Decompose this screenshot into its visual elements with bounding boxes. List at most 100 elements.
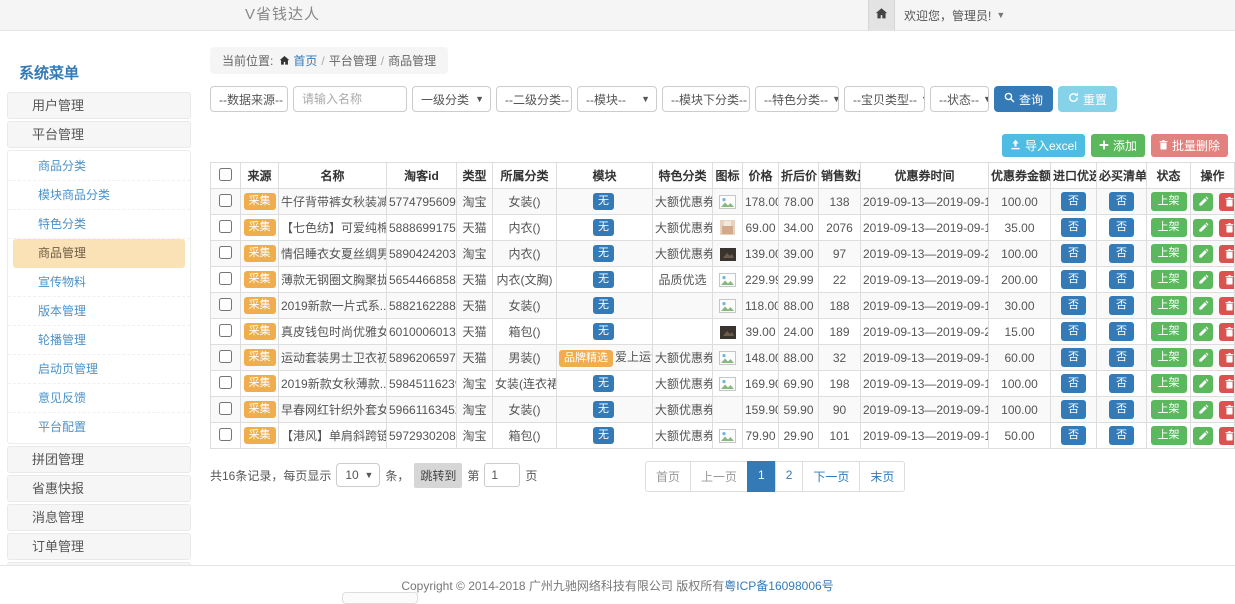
filter-select[interactable]: --模块下分类--▼ [662, 86, 750, 112]
sidebar-subitem[interactable]: 启动页管理 [8, 355, 190, 384]
delete-button[interactable] [1219, 193, 1234, 211]
must-buy-toggle[interactable]: 否 [1109, 322, 1134, 340]
delete-button[interactable] [1219, 245, 1234, 263]
sidebar-subitem[interactable]: 模块商品分类 [8, 181, 190, 210]
import-select-toggle[interactable]: 否 [1061, 296, 1086, 314]
delete-button[interactable] [1219, 401, 1234, 419]
must-buy-toggle[interactable]: 否 [1109, 400, 1134, 418]
import-excel-button[interactable]: 导入excel [1002, 134, 1085, 157]
filter-select[interactable]: --特色分类--▼ [755, 86, 839, 112]
sidebar-subitem[interactable]: 平台配置 [8, 413, 190, 442]
page-button[interactable]: 下一页 [802, 461, 860, 492]
import-select-toggle[interactable]: 否 [1061, 192, 1086, 210]
sidebar-subitem[interactable]: 商品分类 [8, 152, 190, 181]
row-checkbox[interactable] [219, 246, 232, 259]
breadcrumb-home-link[interactable]: 首页 [293, 54, 317, 68]
sidebar-subitem[interactable]: 版本管理 [8, 297, 190, 326]
filter-select[interactable]: 一级分类▼ [412, 86, 491, 112]
import-select-toggle[interactable]: 否 [1061, 218, 1086, 236]
edit-button[interactable] [1193, 193, 1213, 211]
edit-button[interactable] [1193, 349, 1213, 367]
jump-page-input[interactable] [484, 463, 520, 487]
must-buy-toggle[interactable]: 否 [1109, 192, 1134, 210]
row-checkbox[interactable] [219, 428, 232, 441]
delete-button[interactable] [1219, 323, 1234, 341]
filter-select[interactable]: --数据来源--▼ [210, 86, 288, 112]
filter-select[interactable]: --二级分类--▼ [496, 86, 572, 112]
reset-button[interactable]: 重置 [1058, 86, 1117, 112]
edit-button[interactable] [1193, 323, 1213, 341]
import-select-toggle[interactable]: 否 [1061, 270, 1086, 288]
row-checkbox[interactable] [219, 402, 232, 415]
sidebar-item[interactable]: 订单管理 [7, 533, 191, 560]
must-buy-toggle[interactable]: 否 [1109, 270, 1134, 288]
must-buy-toggle[interactable]: 否 [1109, 426, 1134, 444]
row-checkbox[interactable] [219, 324, 232, 337]
sidebar-item[interactable]: 拼团管理 [7, 446, 191, 473]
delete-button[interactable] [1219, 271, 1234, 289]
sidebar-item[interactable]: 省惠快报 [7, 475, 191, 502]
filter-select[interactable]: --状态--▼ [930, 86, 989, 112]
home-button[interactable] [868, 0, 895, 30]
row-checkbox[interactable] [219, 220, 232, 233]
status-toggle[interactable]: 上架 [1151, 296, 1187, 314]
select-all-checkbox[interactable] [219, 168, 232, 181]
edit-button[interactable] [1193, 375, 1213, 393]
name-search-input[interactable] [293, 86, 407, 112]
import-select-toggle[interactable]: 否 [1061, 374, 1086, 392]
sidebar-subitem[interactable]: 轮播管理 [8, 326, 190, 355]
status-toggle[interactable]: 上架 [1151, 244, 1187, 262]
delete-button[interactable] [1219, 219, 1234, 237]
must-buy-toggle[interactable]: 否 [1109, 296, 1134, 314]
delete-button[interactable] [1219, 349, 1234, 367]
icp-link[interactable]: 粤ICP备16098006号 [724, 579, 833, 593]
user-menu[interactable]: 欢迎您，管理员! ▼ [904, 0, 1005, 30]
import-select-toggle[interactable]: 否 [1061, 400, 1086, 418]
edit-button[interactable] [1193, 245, 1213, 263]
delete-button[interactable] [1219, 297, 1234, 315]
row-checkbox[interactable] [219, 194, 232, 207]
filter-select[interactable]: --宝贝类型--▼ [844, 86, 925, 112]
status-toggle[interactable]: 上架 [1151, 348, 1187, 366]
must-buy-toggle[interactable]: 否 [1109, 348, 1134, 366]
row-checkbox[interactable] [219, 376, 232, 389]
must-buy-toggle[interactable]: 否 [1109, 244, 1134, 262]
import-select-toggle[interactable]: 否 [1061, 322, 1086, 340]
edit-button[interactable] [1193, 271, 1213, 289]
sidebar-subitem[interactable]: 特色分类 [8, 210, 190, 239]
edit-button[interactable] [1193, 219, 1213, 237]
edit-button[interactable] [1193, 427, 1213, 445]
row-checkbox[interactable] [219, 298, 232, 311]
edit-button[interactable] [1193, 401, 1213, 419]
import-select-toggle[interactable]: 否 [1061, 348, 1086, 366]
page-button[interactable]: 首页 [645, 461, 691, 492]
status-toggle[interactable]: 上架 [1151, 218, 1187, 236]
page-button[interactable]: 2 [775, 461, 804, 492]
filter-select[interactable]: --模块--▼ [577, 86, 657, 112]
row-checkbox[interactable] [219, 350, 232, 363]
status-toggle[interactable]: 上架 [1151, 270, 1187, 288]
query-button[interactable]: 查询 [994, 86, 1053, 112]
delete-button[interactable] [1219, 427, 1234, 445]
status-toggle[interactable]: 上架 [1151, 192, 1187, 210]
edit-button[interactable] [1193, 297, 1213, 315]
batch-delete-button[interactable]: 批量删除 [1151, 134, 1228, 157]
sidebar-subitem[interactable]: 商品管理 [13, 239, 185, 268]
sidebar-item[interactable]: 用户管理 [7, 92, 191, 119]
jump-button[interactable]: 跳转到 [414, 463, 462, 488]
import-select-toggle[interactable]: 否 [1061, 244, 1086, 262]
status-toggle[interactable]: 上架 [1151, 322, 1187, 340]
status-toggle[interactable]: 上架 [1151, 426, 1187, 444]
sidebar-subitem[interactable]: 宣传物料 [8, 268, 190, 297]
must-buy-toggle[interactable]: 否 [1109, 218, 1134, 236]
status-toggle[interactable]: 上架 [1151, 374, 1187, 392]
add-button[interactable]: 添加 [1091, 134, 1145, 157]
page-button[interactable]: 1 [747, 461, 776, 492]
per-page-select[interactable]: 10▼ [336, 463, 380, 487]
sidebar-item[interactable]: 消息管理 [7, 504, 191, 531]
sidebar-item[interactable]: 平台管理 [7, 121, 191, 148]
status-toggle[interactable]: 上架 [1151, 400, 1187, 418]
must-buy-toggle[interactable]: 否 [1109, 374, 1134, 392]
page-button[interactable]: 末页 [859, 461, 905, 492]
sidebar-subitem[interactable]: 意见反馈 [8, 384, 190, 413]
